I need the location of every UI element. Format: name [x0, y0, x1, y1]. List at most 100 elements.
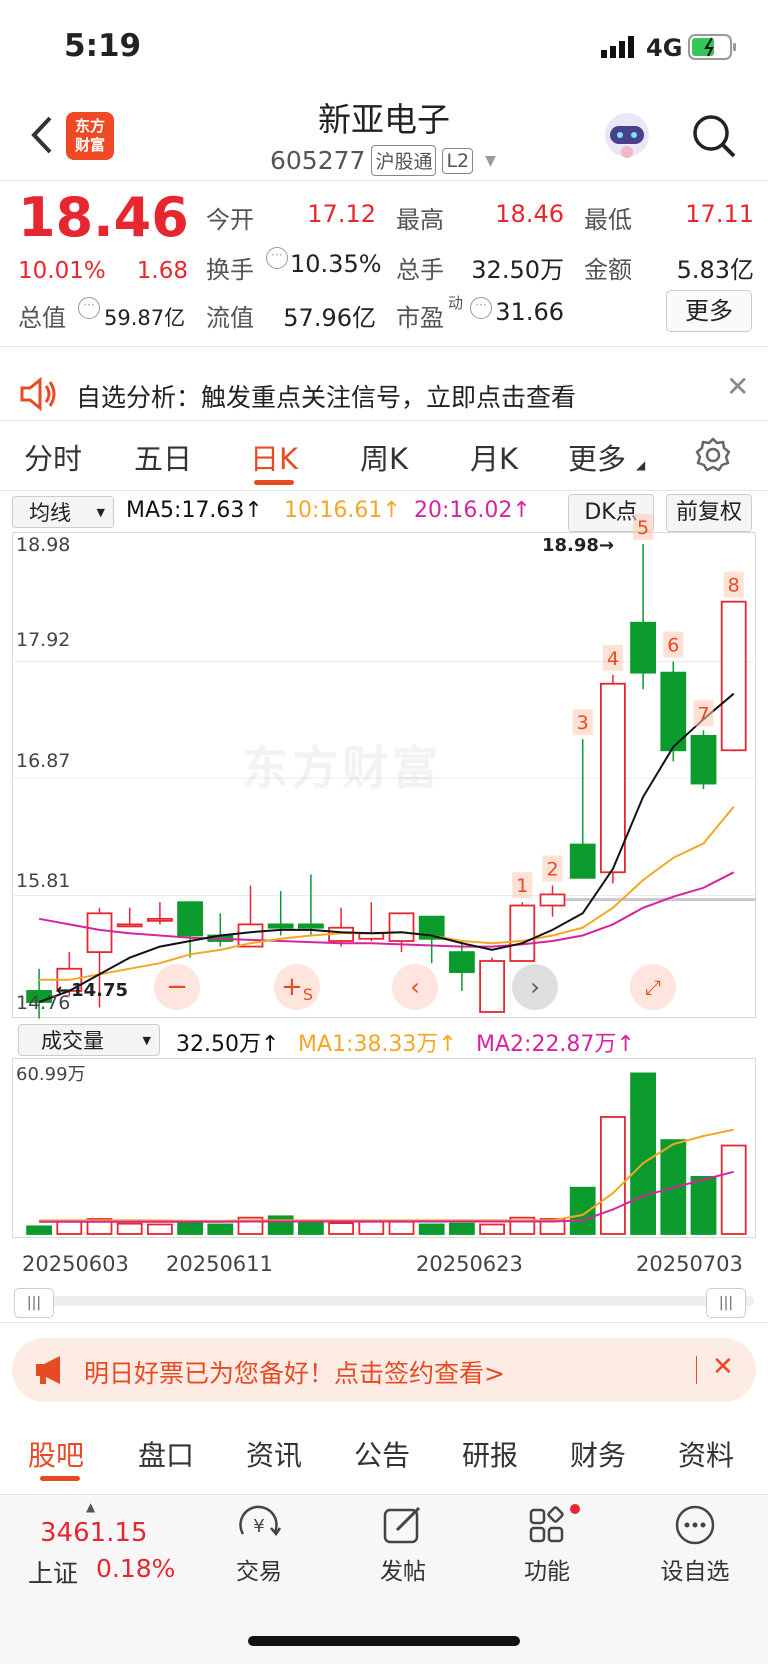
promo-banner[interactable]: 明日好票已为您备好！点击签约查看> ✕ — [12, 1338, 756, 1402]
streak-marker: 7 — [697, 703, 709, 725]
function-button[interactable]: 功能 — [512, 1504, 582, 1586]
volume-bar — [690, 1175, 717, 1235]
volume-bar — [207, 1223, 234, 1235]
candle-body — [448, 951, 475, 973]
promo-banner-text: 明日好票已为您备好！点击签约查看> — [84, 1359, 505, 1388]
tab-monthly-k[interactable]: 月K — [470, 436, 518, 478]
tab-order-book[interactable]: 盘口 — [138, 1434, 194, 1474]
up-arrow-icon: ↑ — [616, 1032, 635, 1057]
y-label-4: 15.81 — [16, 870, 71, 892]
analysis-banner-text[interactable]: 自选分析：触发重点关注信号，立即点击查看 — [76, 378, 576, 414]
volume-select-label: 成交量 — [41, 1029, 104, 1053]
trade-label: 交易 — [236, 1559, 282, 1585]
indicator-select[interactable]: 均线 ▼ — [12, 496, 114, 528]
candle-body — [720, 600, 747, 752]
tab-profile[interactable]: 资料 — [678, 1434, 734, 1474]
tab-forum[interactable]: 股吧 — [28, 1434, 84, 1474]
volume-bar — [388, 1220, 415, 1235]
svg-text:¥: ¥ — [253, 1516, 264, 1537]
notification-dot — [570, 1504, 580, 1514]
volume-bar — [720, 1144, 747, 1235]
fullscreen-button[interactable]: ⤢ — [630, 964, 676, 1010]
settings-gear-icon[interactable] — [694, 436, 732, 478]
grid-function-icon — [529, 1506, 564, 1543]
scroll-left-button[interactable]: ‹ — [392, 964, 438, 1010]
volume-chart[interactable]: 60.99万 — [12, 1058, 756, 1238]
info-icon[interactable]: ··· — [78, 297, 100, 319]
assistant-avatar-icon[interactable] — [600, 108, 654, 162]
range-slider-track[interactable] — [14, 1296, 754, 1306]
range-handle-left[interactable]: ||| — [14, 1288, 54, 1318]
stock-code-row[interactable]: 605277 沪股通 L2 ▼ — [270, 145, 496, 176]
volume-indicator-select[interactable]: 成交量 ▼ — [18, 1024, 160, 1056]
ma20-line — [38, 871, 735, 948]
candle-body — [297, 923, 324, 929]
ma20-label: 20:16.02 — [414, 498, 513, 523]
candle-body — [388, 912, 415, 942]
turnover-info-icon[interactable]: ··· — [266, 247, 288, 269]
date-label: 20250703 — [636, 1252, 743, 1276]
candle-body — [146, 917, 173, 922]
tab-research[interactable]: 研报 — [462, 1434, 518, 1474]
add-watchlist-button[interactable]: 设自选 — [652, 1504, 738, 1586]
volume-bar — [358, 1220, 385, 1235]
up-arrow-icon: ↑ — [512, 498, 531, 523]
tab-weekly-k[interactable]: 周K — [360, 436, 408, 478]
tab-daily-k[interactable]: 日K — [250, 436, 298, 478]
zoom-out-button[interactable]: − — [154, 964, 200, 1010]
l2-badge: L2 — [442, 147, 474, 174]
candle-body — [600, 682, 626, 874]
function-label: 功能 — [524, 1559, 570, 1585]
tab-finance[interactable]: 财务 — [570, 1434, 626, 1474]
tab-news[interactable]: 资讯 — [246, 1434, 302, 1474]
battery-icon — [688, 34, 738, 64]
home-indicator — [248, 1636, 520, 1646]
ma10-line — [39, 806, 735, 981]
candle-body — [690, 734, 717, 785]
post-button[interactable]: 发帖 — [368, 1504, 438, 1586]
post-icon — [383, 1506, 421, 1544]
range-handle-right[interactable]: ||| — [706, 1288, 746, 1318]
select-caret-icon: ▼ — [96, 506, 105, 519]
chart-watermark: 东方财富 — [242, 741, 442, 795]
trade-button[interactable]: ¥ 交易 — [224, 1504, 294, 1586]
pe-sup: 动 — [448, 294, 464, 312]
megaphone-icon — [32, 1354, 68, 1390]
tab-intraday[interactable]: 分时 — [24, 436, 82, 478]
more-dots-icon — [675, 1505, 715, 1545]
tab-announcements[interactable]: 公告 — [354, 1434, 410, 1474]
hk-connect-badge: 沪股通 — [371, 145, 437, 176]
more-caret-icon: ◢ — [636, 458, 646, 472]
index-value[interactable]: 3461.15 — [40, 1518, 148, 1548]
trade-icon: ¥ — [239, 1505, 282, 1537]
amount-label: 金额 — [584, 256, 632, 284]
tab-five-day[interactable]: 五日 — [134, 436, 192, 478]
volume-bar — [177, 1222, 204, 1235]
last-price: 18.46 — [18, 186, 189, 249]
search-icon[interactable] — [690, 112, 738, 164]
tab-more[interactable]: 更多 — [568, 436, 626, 478]
indicator-select-label: 均线 — [29, 501, 71, 525]
streak-marker: 2 — [546, 859, 558, 881]
more-button[interactable]: 更多 — [666, 290, 752, 332]
float-value: 57.96亿 — [283, 304, 376, 332]
price-adjust-button[interactable]: 前复权 — [666, 494, 752, 532]
change-percent: 10.01% — [18, 258, 106, 284]
float-label: 流值 — [206, 304, 254, 332]
index-up-caret-icon: ▲ — [86, 1500, 96, 1514]
scroll-right-button[interactable]: › — [512, 964, 558, 1010]
promo-close-icon[interactable]: ✕ — [712, 1352, 734, 1382]
kline-chart[interactable]: 12345678 东方财富 18.98 17.92 16.87 15.81 14… — [12, 514, 756, 1019]
up-arrow-icon: ↑ — [438, 1032, 457, 1057]
post-label: 发帖 — [380, 1559, 426, 1585]
high-label: 最高 — [396, 206, 444, 234]
streak-marker: 1 — [516, 875, 528, 897]
volume-max-label: 60.99万 — [16, 1064, 86, 1085]
close-banner-icon[interactable]: ✕ — [726, 370, 749, 403]
zoom-in-button[interactable]: + S — [274, 964, 320, 1010]
index-name: 上证 — [28, 1559, 79, 1588]
tab-active-indicator — [254, 480, 294, 485]
pe-info-icon[interactable]: ··· — [470, 297, 492, 319]
candle-body — [630, 621, 656, 674]
candle-body — [86, 912, 113, 954]
